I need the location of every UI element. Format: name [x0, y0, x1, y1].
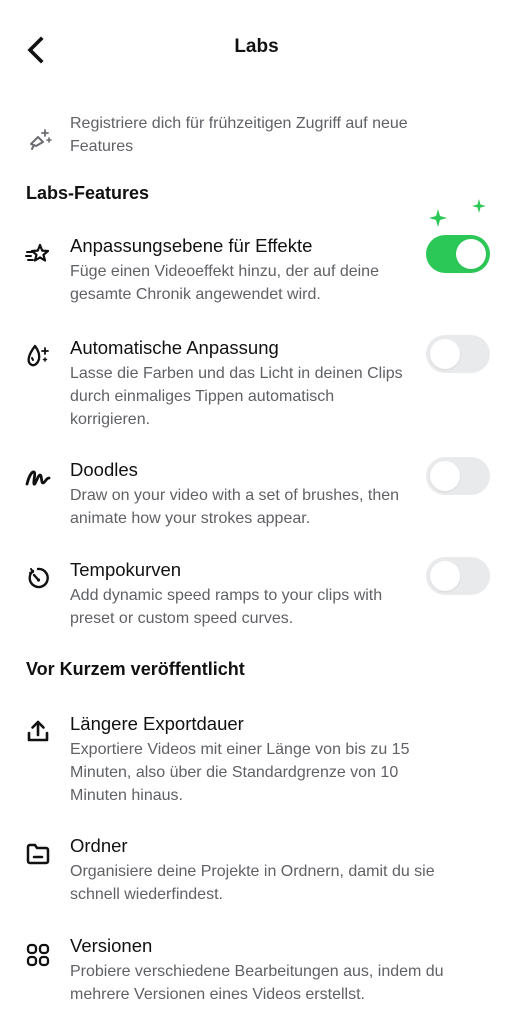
squiggle-icon — [25, 470, 51, 486]
released-item-longer-export: Längere Exportdauer Exportiere Videos mi… — [0, 712, 513, 808]
stars-layer-icon — [25, 243, 50, 262]
labs-item-desc: Add dynamic speed ramps to your clips wi… — [70, 587, 383, 627]
toggle-knob — [430, 561, 460, 591]
labs-item-desc: Draw on your video with a set of brushes… — [70, 487, 400, 527]
auto-adjust-toggle[interactable] — [426, 335, 490, 373]
labs-item-title: Automatische Anpassung — [70, 337, 279, 358]
toggle-knob — [430, 339, 460, 369]
released-item-desc: Exportiere Videos mit einer Länge von bi… — [70, 741, 410, 804]
intro-text: Registriere dich für frühzeitigen Zugrif… — [70, 115, 408, 155]
released-item-title: Versionen — [70, 935, 153, 956]
released-item-desc: Probiere verschiedene Bearbeitungen aus,… — [70, 963, 444, 1003]
speed-curves-toggle[interactable] — [426, 557, 490, 595]
sparkle-icon — [429, 199, 486, 227]
labs-item-title: Tempokurven — [70, 559, 182, 580]
doodles-toggle[interactable] — [426, 457, 490, 495]
versions-grid-icon — [26, 943, 50, 967]
released-item-desc: Organisiere deine Projekte in Ordnern, d… — [70, 863, 435, 903]
folder-icon — [26, 843, 50, 865]
adjustment-layer-toggle[interactable] — [426, 235, 490, 273]
released-item-folders: Ordner Organisiere deine Projekte in Ord… — [0, 834, 513, 906]
recently-released-heading: Vor Kurzem veröffentlicht — [26, 659, 245, 679]
released-item-versions: Versionen Probiere verschiedene Bearbeit… — [0, 934, 513, 1006]
released-item-title: Ordner — [70, 835, 128, 856]
labs-item-desc: Lasse die Farben und das Licht in deinen… — [70, 365, 403, 428]
labs-item-title: Anpassungsebene für Effekte — [70, 235, 313, 256]
labs-item-desc: Füge einen Videoeffekt hinzu, der auf de… — [70, 263, 379, 303]
released-item-title: Längere Exportdauer — [70, 713, 244, 734]
lab-flask-sparkle-icon — [30, 129, 52, 150]
page-title: Labs — [234, 36, 279, 57]
header-bar: Labs — [0, 0, 513, 96]
toggle-knob — [456, 239, 486, 269]
speed-dial-icon — [28, 567, 49, 589]
labs-features-heading: Labs-Features — [26, 183, 150, 203]
magic-drop-icon — [27, 344, 49, 367]
toggle-knob — [430, 461, 460, 491]
upload-icon — [27, 720, 49, 742]
labs-item-title: Doodles — [70, 459, 138, 480]
